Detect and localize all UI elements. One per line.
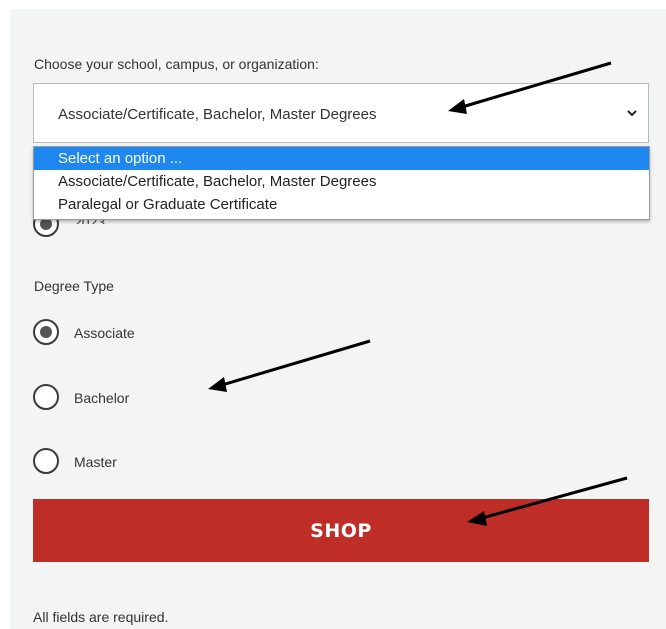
radio-label-associate: Associate bbox=[74, 325, 135, 341]
school-select-value: Associate/Certificate, Bachelor, Master … bbox=[58, 106, 377, 123]
radio-dot bbox=[40, 326, 52, 338]
shop-button[interactable]: SHOP bbox=[33, 499, 649, 562]
chevron-down-icon bbox=[627, 110, 637, 117]
radio-label-bachelor: Bachelor bbox=[74, 390, 130, 406]
dropdown-option-paralegal[interactable]: Paralegal or Graduate Certificate bbox=[34, 193, 649, 216]
school-dropdown-list[interactable]: Select an option ... Associate/Certifica… bbox=[33, 146, 650, 220]
radio-bachelor[interactable] bbox=[33, 384, 59, 410]
radio-master[interactable] bbox=[33, 448, 59, 474]
dropdown-option-degrees[interactable]: Associate/Certificate, Bachelor, Master … bbox=[34, 170, 649, 193]
dropdown-option-placeholder[interactable]: Select an option ... bbox=[34, 147, 649, 170]
school-select[interactable]: Associate/Certificate, Bachelor, Master … bbox=[33, 83, 649, 143]
radio-label-master: Master bbox=[74, 454, 117, 470]
radio-associate[interactable] bbox=[33, 319, 59, 345]
required-fields-note: All fields are required. bbox=[33, 609, 169, 625]
degree-type-label: Degree Type bbox=[34, 278, 114, 294]
school-label: Choose your school, campus, or organizat… bbox=[34, 56, 319, 72]
